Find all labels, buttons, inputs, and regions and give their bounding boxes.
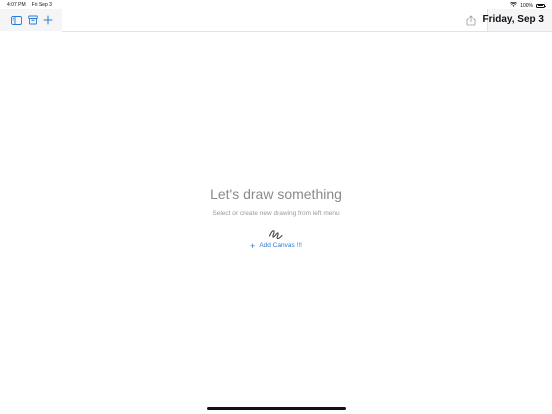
main-nav-bar bbox=[62, 9, 552, 32]
sidebar-toolbar bbox=[0, 9, 62, 31]
sidebar-icon bbox=[10, 15, 22, 25]
status-time: 4:07 PM bbox=[7, 2, 26, 8]
empty-state-title: Let's draw something bbox=[210, 186, 342, 202]
archive-button[interactable] bbox=[26, 13, 40, 27]
add-canvas-button[interactable]: + Add Canvas !!! bbox=[0, 240, 552, 251]
battery-icon bbox=[536, 3, 546, 8]
battery-percent: 100% bbox=[520, 2, 533, 9]
status-right: 100% bbox=[510, 1, 546, 9]
status-left: 4:07 PM Fri Sep 3 bbox=[7, 2, 52, 8]
status-date: Fri Sep 3 bbox=[31, 2, 52, 8]
empty-state-subtitle: Select or create new drawing from left m… bbox=[212, 210, 340, 217]
sidebar-toggle-button[interactable] bbox=[9, 13, 23, 27]
date-title: Friday, Sep 3 bbox=[482, 14, 544, 25]
scribble-icon bbox=[268, 227, 284, 241]
add-canvas-label: Add Canvas !!! bbox=[259, 242, 302, 249]
wifi-icon bbox=[510, 1, 518, 9]
share-button[interactable] bbox=[464, 13, 478, 27]
app-screen: 4:07 PM Fri Sep 3 100% Friday, Sep 3 Let… bbox=[0, 0, 552, 414]
plus-icon bbox=[43, 15, 53, 25]
plus-icon: + bbox=[250, 240, 256, 251]
archive-box-icon bbox=[28, 15, 38, 25]
upload-icon bbox=[466, 14, 476, 26]
home-indicator bbox=[207, 407, 346, 410]
date-panel: Friday, Sep 3 bbox=[482, 9, 552, 32]
add-drawing-button[interactable] bbox=[41, 13, 55, 27]
